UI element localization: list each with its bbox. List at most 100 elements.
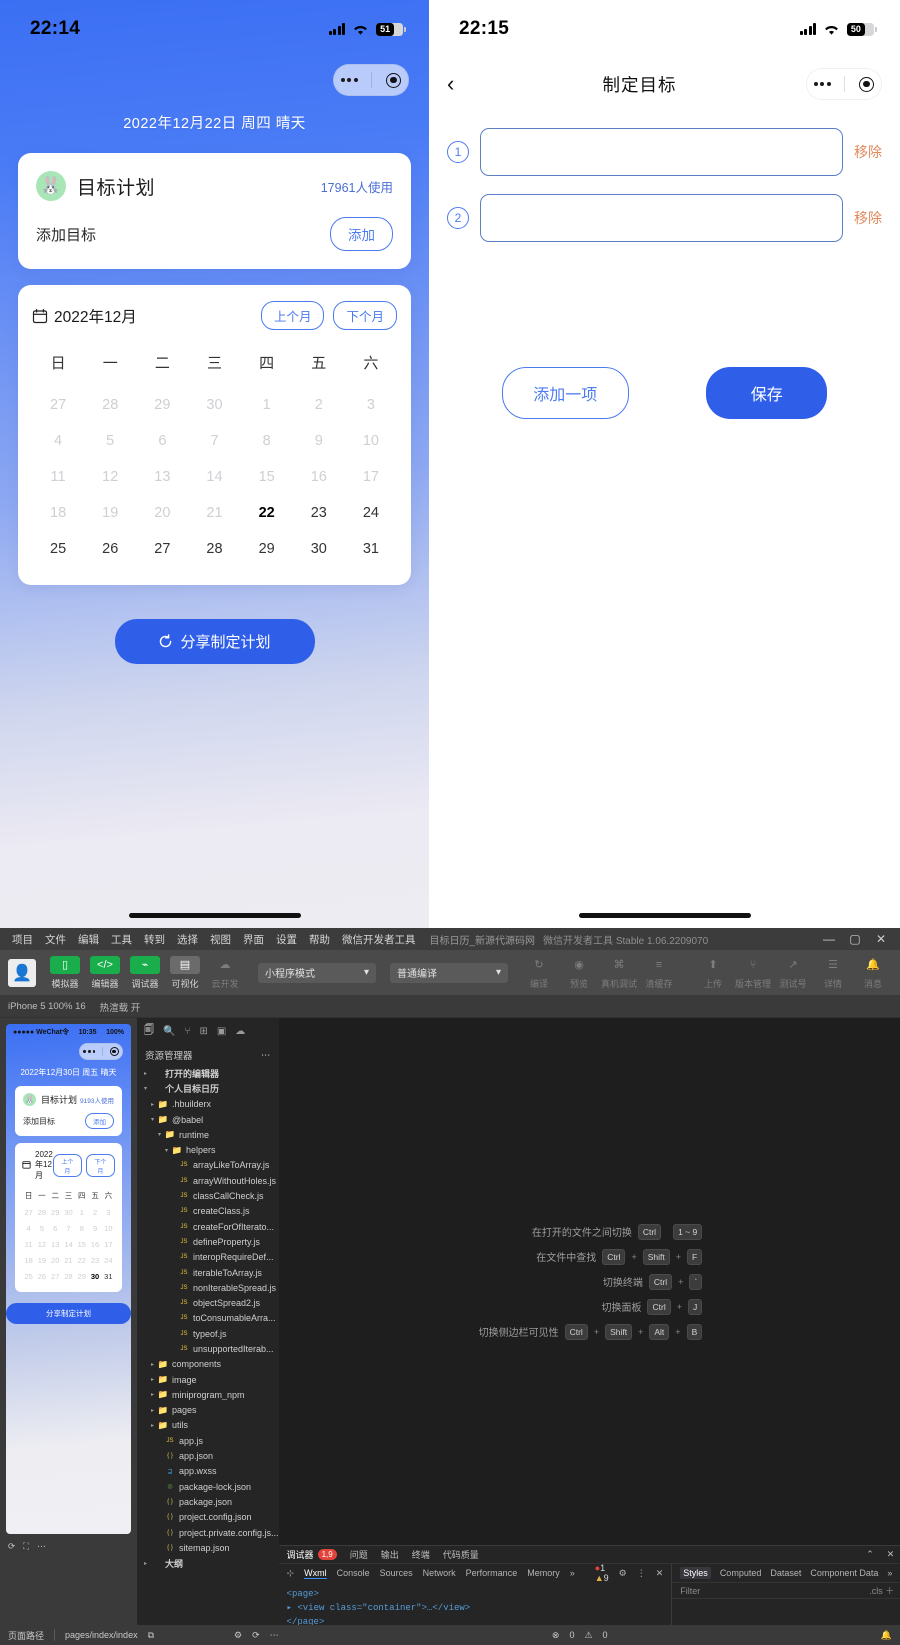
kebab-menu-icon[interactable]: ⋮ [637, 1568, 646, 1579]
debug-panel-icon[interactable]: ▣ [217, 1026, 226, 1037]
calendar-day[interactable]: 20 [49, 1252, 62, 1268]
rotate-icon[interactable]: ⟳ [8, 1541, 15, 1552]
tree-file[interactable]: { } app.json [137, 1448, 279, 1463]
wechat-capsule-right[interactable] [806, 68, 882, 100]
plus-icon[interactable]: ＋ [885, 1586, 894, 1596]
calendar-day[interactable]: 29 [241, 531, 293, 567]
tree-folder[interactable]: ▸ 📁 miniprogram_npm [137, 1387, 279, 1402]
calendar-day[interactable]: 25 [22, 1268, 35, 1284]
tree-folder[interactable]: ▾ 📁 @babel [137, 1112, 279, 1127]
tree-folder[interactable]: ▸ 📁 utils [137, 1418, 279, 1433]
calendar-day[interactable]: 27 [32, 387, 84, 423]
calendar-day[interactable]: 23 [293, 495, 345, 531]
calendar-day[interactable]: 28 [62, 1268, 75, 1284]
devtools-subtab[interactable]: Performance [466, 1568, 518, 1579]
tree-file[interactable]: ◎ package-lock.json [137, 1479, 279, 1494]
add-goal-button[interactable]: 添加 [330, 217, 393, 251]
menu-item[interactable]: 转到 [138, 934, 171, 946]
more-dots-icon[interactable] [340, 78, 358, 82]
calendar-day[interactable]: 1 [75, 1204, 88, 1220]
tree-file[interactable]: JS app.js [137, 1433, 279, 1448]
toolbar-clear-cache[interactable]: ≡ 清缓存 [640, 956, 678, 990]
calendar-day[interactable]: 27 [22, 1204, 35, 1220]
tree-file[interactable]: JS arrayWithoutHoles.js [137, 1173, 279, 1188]
device-select[interactable]: iPhone 5 100% 16 [8, 1001, 86, 1012]
devtools-subtab[interactable]: Memory [527, 1568, 560, 1579]
simulator-share-button[interactable]: 分享制定计划 [6, 1303, 131, 1324]
tree-file[interactable]: JS toConsumableArra... [137, 1311, 279, 1326]
calendar-day[interactable]: 30 [62, 1204, 75, 1220]
calendar-day[interactable]: 19 [84, 495, 136, 531]
calendar-day[interactable]: 26 [35, 1268, 48, 1284]
toolbar-phone[interactable]: ▯ 模拟器 [46, 955, 84, 990]
save-button[interactable]: 保存 [706, 367, 828, 419]
calendar-day[interactable]: 15 [75, 1236, 88, 1252]
calendar-day[interactable]: 24 [345, 495, 397, 531]
calendar-day[interactable]: 18 [22, 1252, 35, 1268]
wechat-capsule-left[interactable] [333, 64, 409, 96]
calendar-day[interactable]: 15 [241, 459, 293, 495]
calendar-day[interactable]: 5 [84, 423, 136, 459]
cls-toggle[interactable]: .cls [869, 1586, 883, 1596]
toolbar-device-debug[interactable]: ⌘ 真机调试 [600, 956, 638, 990]
calendar-day[interactable]: 28 [35, 1204, 48, 1220]
tree-file[interactable]: { } project.private.config.js... [137, 1525, 278, 1540]
styles-tab[interactable]: Component Data [810, 1568, 878, 1578]
more-dots-icon[interactable] [813, 82, 831, 86]
calendar-day[interactable]: 2 [293, 387, 345, 423]
menu-item[interactable]: 界面 [237, 934, 270, 946]
calendar-day[interactable]: 16 [88, 1236, 101, 1252]
calendar-day[interactable]: 28 [188, 531, 240, 567]
tree-section[interactable]: ▸ 打开的编辑器 [137, 1066, 279, 1081]
calendar-day[interactable]: 29 [136, 387, 188, 423]
calendar-day[interactable]: 17 [102, 1236, 115, 1252]
chevron-icon[interactable]: ▾ [162, 1147, 171, 1154]
simulator-next-month-button[interactable]: 下个月 [85, 1154, 115, 1177]
devtools-tab[interactable]: 输出 [381, 1548, 399, 1561]
next-month-button[interactable]: 下个月 [333, 301, 397, 330]
calendar-day[interactable]: 27 [136, 531, 188, 567]
chevron-icon[interactable]: ▸ [148, 1376, 157, 1383]
calendar-day[interactable]: 30 [88, 1268, 101, 1284]
devtools-subtab[interactable]: Console [337, 1568, 370, 1579]
source-control-icon[interactable]: ⑂ [184, 1026, 190, 1037]
extensions-icon[interactable]: ⊞ [199, 1026, 207, 1037]
chevron-icon[interactable]: ▾ [148, 1116, 157, 1123]
toolbar-branch[interactable]: ⑂ 版本管理 [734, 956, 772, 990]
menu-item[interactable]: 编辑 [72, 934, 105, 946]
tree-file[interactable]: { } package.json [137, 1494, 279, 1509]
calendar-day[interactable]: 9 [88, 1220, 101, 1236]
calendar-day[interactable]: 26 [84, 531, 136, 567]
toolbar-debug[interactable]: ⌁ 调试器 [126, 955, 164, 990]
calendar-day[interactable]: 8 [75, 1220, 88, 1236]
calendar-day[interactable]: 6 [136, 423, 188, 459]
close-icon[interactable]: ✕ [887, 1549, 895, 1560]
calendar-day[interactable]: 21 [62, 1252, 75, 1268]
devtools-tab[interactable]: 终端 [412, 1548, 430, 1561]
calendar-day[interactable]: 12 [35, 1236, 48, 1252]
devtools-tab[interactable]: 代码质量 [443, 1548, 479, 1561]
target-circle-icon[interactable] [109, 1047, 119, 1056]
tree-file[interactable]: JS typeof.js [137, 1326, 279, 1341]
calendar-day[interactable]: 31 [345, 531, 397, 567]
calendar-day[interactable]: 4 [32, 423, 84, 459]
menu-item[interactable]: 视图 [204, 934, 237, 946]
error-circle-icon[interactable]: ⊗ [552, 1630, 560, 1641]
toolbar-code[interactable]: </> 编辑器 [86, 955, 124, 990]
bell-icon[interactable]: 🔔 [881, 1630, 892, 1641]
page-path-value[interactable]: pages/index/index [65, 1630, 138, 1640]
chevron-icon[interactable]: ▸ [148, 1407, 157, 1414]
goal-input[interactable] [480, 128, 843, 176]
styles-tab[interactable]: Dataset [770, 1568, 801, 1578]
sync-icon[interactable]: ⟳ [252, 1630, 260, 1641]
tree-section[interactable]: ▾ 个人目标日历 [137, 1081, 279, 1096]
tree-file[interactable]: ⊒ app.wxss [137, 1464, 279, 1479]
calendar-day[interactable]: 13 [136, 459, 188, 495]
chevron-icon[interactable]: ▸ [148, 1361, 157, 1368]
cloud-icon[interactable]: ☁ [235, 1026, 245, 1037]
calendar-day[interactable]: 17 [345, 459, 397, 495]
tree-folder[interactable]: ▾ 📁 runtime [137, 1127, 279, 1142]
calendar-day[interactable]: 10 [345, 423, 397, 459]
tree-file[interactable]: JS classCallCheck.js [137, 1188, 279, 1203]
tree-file[interactable]: JS createForOfIterato... [137, 1219, 279, 1234]
